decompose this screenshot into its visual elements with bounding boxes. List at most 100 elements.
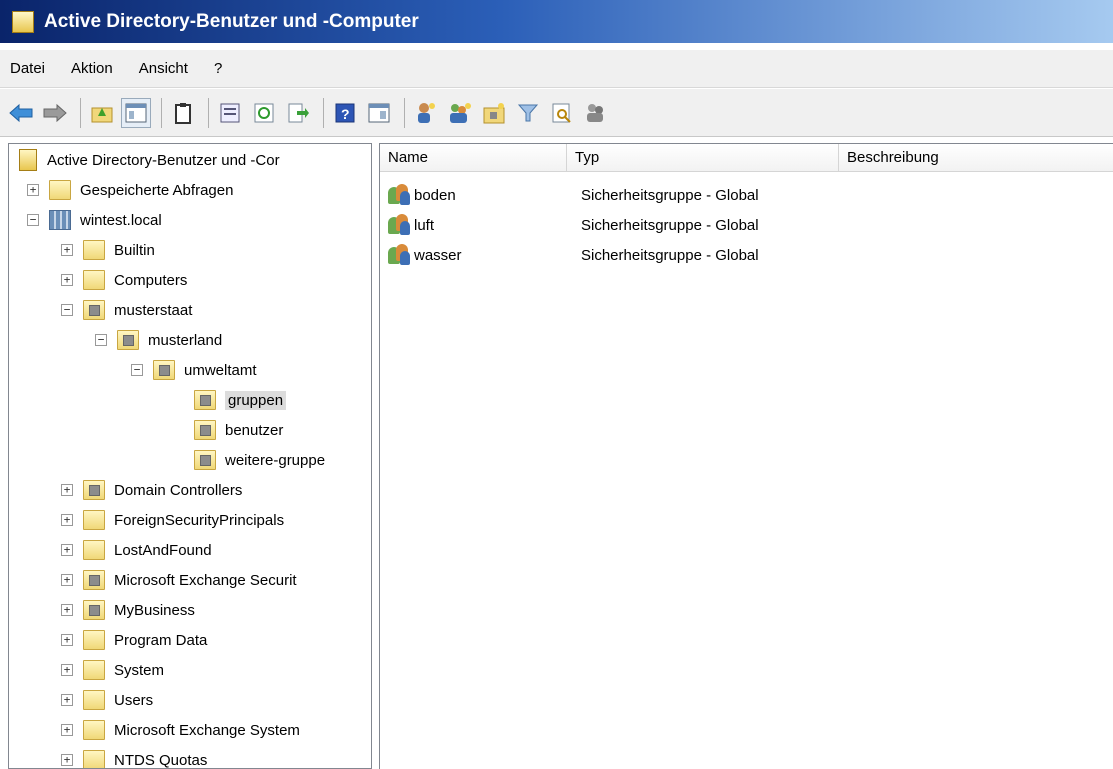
add-to-group-icon[interactable] bbox=[581, 98, 611, 128]
expand-icon[interactable]: + bbox=[61, 514, 73, 526]
group-name: luft bbox=[414, 216, 435, 234]
tree-item-domain-controllers[interactable]: + Domain Controllers bbox=[61, 477, 242, 503]
show-hide-tree-icon[interactable] bbox=[121, 97, 151, 128]
group-type: Sicherheitsgruppe - Global bbox=[581, 246, 759, 264]
collapse-icon[interactable]: − bbox=[95, 334, 107, 346]
tree-item-musterstaat[interactable]: − musterstaat bbox=[61, 297, 192, 323]
tree-item-musterland[interactable]: − musterland bbox=[95, 327, 222, 353]
tree-item-saved-queries[interactable]: + Gespeicherte Abfragen bbox=[27, 177, 233, 203]
toolbar-separator bbox=[208, 97, 209, 128]
list-item[interactable]: wasser Sicherheitsgruppe - Global bbox=[380, 240, 1113, 270]
expand-icon[interactable]: + bbox=[61, 634, 73, 646]
tree-item-system[interactable]: + System bbox=[61, 657, 164, 683]
expand-icon[interactable]: + bbox=[61, 274, 73, 286]
column-header-type[interactable]: Typ bbox=[567, 144, 839, 172]
tree-item-label: umweltamt bbox=[184, 361, 257, 379]
tree-item-program-data[interactable]: + Program Data bbox=[61, 627, 207, 653]
tree-item-builtin[interactable]: + Builtin bbox=[61, 237, 155, 263]
folder-icon bbox=[83, 540, 105, 560]
list-pane[interactable]: Name Typ Beschreibung boden Sicherheitsg… bbox=[379, 143, 1113, 769]
new-group-icon[interactable] bbox=[445, 98, 475, 128]
tree-item-label: MyBusiness bbox=[114, 601, 195, 619]
expand-icon[interactable]: + bbox=[61, 544, 73, 556]
tree-pane[interactable]: Active Directory-Benutzer und -Cor + Ges… bbox=[8, 143, 372, 769]
expand-icon[interactable]: + bbox=[61, 244, 73, 256]
toolbar: ? bbox=[0, 89, 1113, 137]
menu-datei[interactable]: Datei bbox=[10, 60, 45, 77]
toolbar-separator bbox=[80, 97, 81, 128]
collapse-icon[interactable]: − bbox=[131, 364, 143, 376]
new-user-icon[interactable] bbox=[411, 98, 441, 128]
tree-item-ms-exchange-security[interactable]: + Microsoft Exchange Securit bbox=[61, 567, 297, 593]
column-header-name[interactable]: Name bbox=[380, 144, 567, 172]
clipboard-icon[interactable] bbox=[168, 98, 198, 128]
ou-folder-icon bbox=[194, 450, 216, 470]
console-icon[interactable] bbox=[364, 98, 394, 128]
tree-item-label: Microsoft Exchange Securit bbox=[114, 571, 297, 589]
help-icon[interactable]: ? bbox=[330, 98, 360, 128]
expand-icon[interactable]: + bbox=[61, 754, 73, 766]
tree-item-domain[interactable]: − wintest.local bbox=[27, 207, 162, 233]
expand-icon[interactable]: + bbox=[27, 184, 39, 196]
ou-folder-icon bbox=[117, 330, 139, 350]
expand-icon[interactable]: + bbox=[61, 604, 73, 616]
tree-item-lostandfound[interactable]: + LostAndFound bbox=[61, 537, 212, 563]
new-ou-icon[interactable] bbox=[479, 98, 509, 128]
tree-item-umweltamt[interactable]: − umweltamt bbox=[131, 357, 257, 383]
app-icon bbox=[12, 10, 34, 33]
filter-icon[interactable] bbox=[513, 98, 543, 128]
list-item[interactable]: boden Sicherheitsgruppe - Global bbox=[380, 180, 1113, 210]
group-type: Sicherheitsgruppe - Global bbox=[581, 186, 759, 204]
expand-icon[interactable]: + bbox=[61, 664, 73, 676]
expand-icon[interactable]: + bbox=[61, 724, 73, 736]
menu-ansicht[interactable]: Ansicht bbox=[139, 60, 188, 77]
up-folder-icon[interactable] bbox=[87, 98, 117, 128]
group-name: wasser bbox=[414, 246, 462, 264]
menu-aktion[interactable]: Aktion bbox=[71, 60, 113, 77]
tree-item-ntds-quotas[interactable]: + NTDS Quotas bbox=[61, 747, 208, 769]
expand-icon[interactable]: + bbox=[61, 484, 73, 496]
tree-item-mybusiness[interactable]: + MyBusiness bbox=[61, 597, 195, 623]
export-list-icon[interactable] bbox=[283, 98, 313, 128]
tree-item-ms-exchange-system[interactable]: + Microsoft Exchange System bbox=[61, 717, 300, 743]
refresh-icon[interactable] bbox=[249, 98, 279, 128]
tree-item-users[interactable]: + Users bbox=[61, 687, 153, 713]
tree-item-label: Program Data bbox=[114, 631, 208, 649]
tree-item-benutzer[interactable]: benutzer bbox=[194, 417, 283, 443]
tree-item-label: Active Directory-Benutzer und -Cor bbox=[47, 151, 280, 169]
tree-item-label: System bbox=[114, 661, 165, 679]
tree-item-label: ForeignSecurityPrincipals bbox=[114, 511, 285, 529]
ou-folder-icon bbox=[83, 300, 105, 320]
tree-item-label: NTDS Quotas bbox=[114, 751, 208, 769]
find-icon[interactable] bbox=[547, 98, 577, 128]
tree-item-label: LostAndFound bbox=[114, 541, 212, 559]
snapin-icon bbox=[19, 149, 37, 171]
window-title: Active Directory-Benutzer und -Computer bbox=[44, 10, 419, 32]
menu-help[interactable]: ? bbox=[214, 60, 222, 77]
tree-item-weitere-gruppe[interactable]: weitere-gruppe bbox=[194, 447, 325, 473]
tree-item-label: Domain Controllers bbox=[114, 481, 243, 499]
tree-item-label: Gespeicherte Abfragen bbox=[80, 181, 234, 199]
folder-icon bbox=[49, 180, 71, 200]
collapse-icon[interactable]: − bbox=[27, 214, 39, 226]
tree-item-computers[interactable]: + Computers bbox=[61, 267, 187, 293]
ou-folder-icon bbox=[83, 480, 105, 500]
domain-icon bbox=[49, 210, 71, 230]
expand-icon[interactable]: + bbox=[61, 694, 73, 706]
list-item[interactable]: luft Sicherheitsgruppe - Global bbox=[380, 210, 1113, 240]
ou-folder-icon bbox=[194, 420, 216, 440]
tree-item-gruppen[interactable]: gruppen bbox=[194, 387, 287, 413]
tree-item-root[interactable]: Active Directory-Benutzer und -Cor bbox=[19, 147, 280, 173]
back-arrow-icon[interactable] bbox=[6, 98, 36, 128]
expand-icon[interactable]: + bbox=[61, 574, 73, 586]
properties-icon[interactable] bbox=[215, 98, 245, 128]
folder-icon bbox=[83, 660, 105, 680]
column-header-description[interactable]: Beschreibung bbox=[839, 144, 1113, 172]
tree-item-foreign-security-principals[interactable]: + ForeignSecurityPrincipals bbox=[61, 507, 284, 533]
tree-item-label: Users bbox=[114, 691, 154, 709]
forward-arrow-icon[interactable] bbox=[40, 98, 70, 128]
tree-item-label: Microsoft Exchange System bbox=[114, 721, 300, 739]
tree-item-label: weitere-gruppe bbox=[225, 451, 326, 469]
collapse-icon[interactable]: − bbox=[61, 304, 73, 316]
ou-folder-icon bbox=[83, 570, 105, 590]
